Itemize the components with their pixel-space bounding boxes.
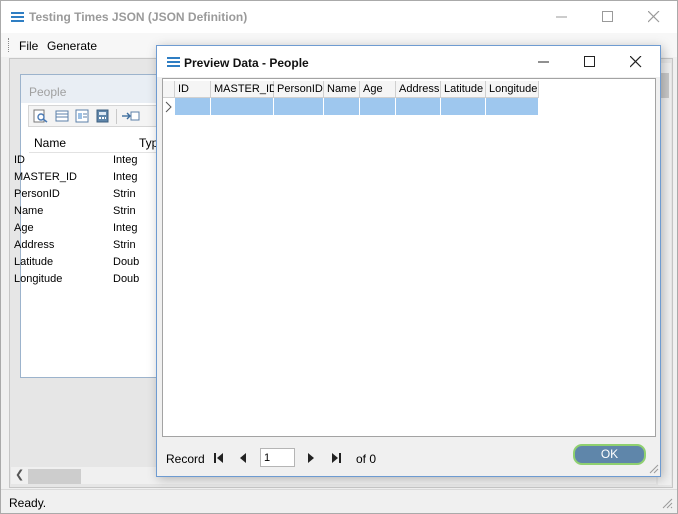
field-type: Integ [113,154,138,166]
field-row[interactable]: Longitude Doub [14,273,154,290]
menu-generate[interactable]: Generate [47,39,97,53]
field-name: Address [14,239,55,251]
grid-view-icon[interactable] [55,109,70,123]
import-icon[interactable] [121,109,141,123]
preview-icon[interactable] [33,109,48,123]
close-button[interactable] [631,1,677,33]
dialog-maximize-button[interactable] [567,46,613,77]
grid-cell[interactable] [396,98,441,115]
menu-grip [8,38,11,52]
first-record-icon[interactable] [210,449,228,467]
grid-column-header[interactable]: Address [396,81,441,98]
next-record-icon[interactable] [302,449,320,467]
grid-column-header[interactable]: Age [360,81,396,98]
field-name: Latitude [14,256,54,268]
column-header-name[interactable]: Name [34,136,66,150]
dialog-title: Preview Data - People [184,56,309,70]
grid-column-header[interactable]: ID [175,81,211,98]
grid-corner-header [163,81,175,98]
close-icon [648,11,660,23]
status-bar: Ready. [1,489,677,513]
field-type: Doub [113,273,140,285]
menu-file[interactable]: File [19,39,38,53]
field-type: Integ [113,171,138,183]
dialog-resize-grip-icon[interactable] [649,464,659,474]
field-name: MASTER_ID [14,171,77,183]
previous-record-icon[interactable] [235,449,253,467]
record-navigator: Record of 0 OK [157,440,660,476]
field-name: Age [14,222,34,234]
window-resize-grip-icon[interactable] [661,497,673,509]
grid-cell[interactable] [486,98,539,115]
preview-grid[interactable]: ID MASTER_ID PersonID Name Age Address L… [162,78,656,437]
field-row[interactable]: Address Strin [14,239,154,256]
dialog-minimize-button[interactable] [521,46,567,77]
dialog-titlebar: Preview Data - People [157,46,660,77]
field-name: Longitude [14,273,63,285]
main-titlebar: Testing Times JSON (JSON Definition) [1,1,677,33]
field-type: Strin [113,205,136,217]
minimize-button[interactable] [539,1,585,33]
field-type: Strin [113,188,136,200]
grid-cell[interactable] [441,98,486,115]
field-row[interactable]: Name Strin [14,205,154,222]
toolbar-separator [116,109,117,124]
calculator-icon[interactable] [95,109,110,123]
close-icon [630,56,642,68]
grid-cell[interactable] [274,98,324,115]
minimize-icon [556,16,567,18]
record-count: of 0 [356,452,377,466]
form-view-icon[interactable] [75,109,90,123]
dialog-close-button[interactable] [613,46,659,77]
record-number-input[interactable] [260,448,295,467]
field-row[interactable]: MASTER_ID Integ [14,171,154,188]
grid-cell[interactable] [211,98,274,115]
current-row-indicator-icon [165,101,172,113]
field-type: Strin [113,239,136,251]
window-title: Testing Times JSON (JSON Definition) [29,10,248,24]
field-row[interactable]: Latitude Doub [14,256,154,273]
grid-cell[interactable] [175,98,211,115]
grid-column-header[interactable]: MASTER_ID [211,81,277,98]
preview-data-dialog: Preview Data - People ID MASTER_ID Perso… [156,45,661,477]
scroll-left-arrow-icon[interactable]: ❮ [15,468,24,481]
vertical-scroll-thumb[interactable] [660,73,669,98]
people-toolbar [28,105,169,127]
fields-header: Name Typ [29,129,169,153]
field-name: PersonID [14,188,60,200]
grid-column-header[interactable]: PersonID [274,81,324,98]
grid-cell[interactable] [360,98,396,115]
app-icon [11,12,24,23]
grid-column-header[interactable]: Longitude [486,81,539,98]
status-text: Ready. [9,496,47,510]
minimize-icon [538,61,549,63]
last-record-icon[interactable] [327,449,345,467]
grid-column-header[interactable]: Latitude [441,81,486,98]
maximize-icon [584,56,595,67]
field-row[interactable]: ID Integ [14,154,154,171]
record-label: Record [166,452,205,466]
maximize-button[interactable] [585,1,631,33]
people-panel-title: People [29,85,67,99]
grid-cell[interactable] [324,98,360,115]
field-type: Doub [113,256,140,268]
field-row[interactable]: PersonID Strin [14,188,154,205]
ok-button[interactable]: OK [573,444,646,465]
field-row[interactable]: Age Integ [14,222,154,239]
people-panel-header: People [21,75,169,103]
field-name: ID [14,154,25,166]
grid-column-header[interactable]: Name [324,81,360,98]
dialog-app-icon [167,57,180,68]
field-name: Name [14,205,44,217]
field-type: Integ [113,222,138,234]
maximize-icon [602,11,613,22]
horizontal-scroll-thumb[interactable] [28,469,81,484]
